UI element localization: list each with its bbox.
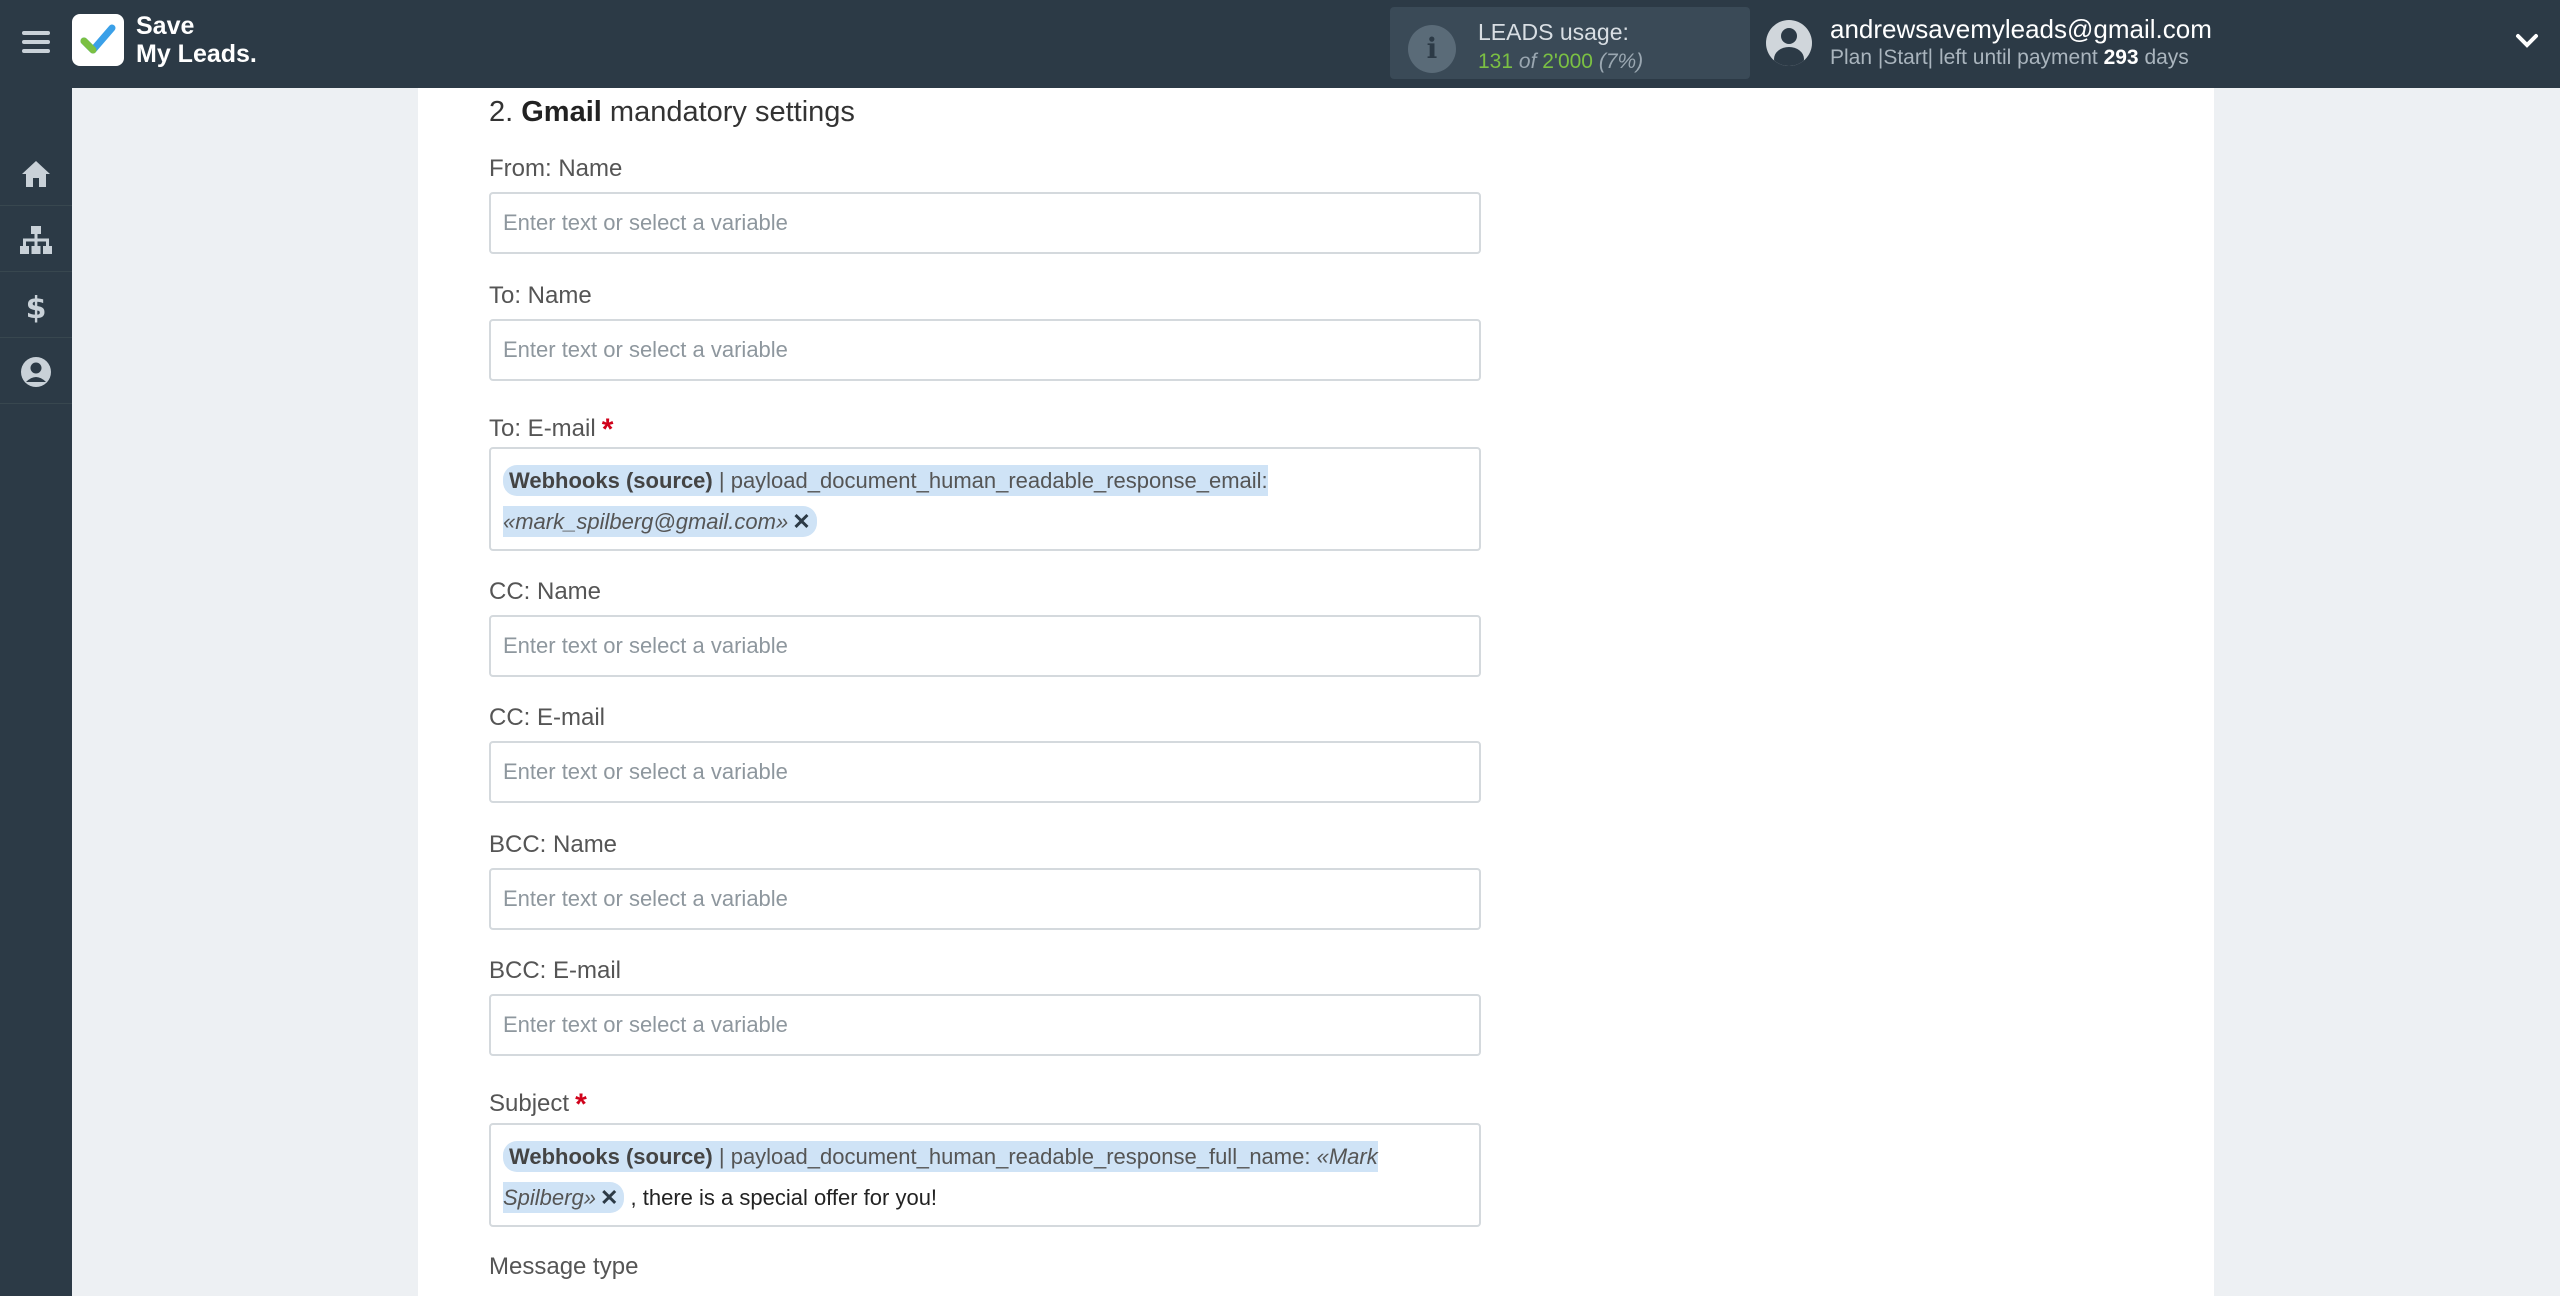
avatar-icon[interactable]: [1766, 20, 1812, 66]
svg-text:$: $: [26, 291, 47, 324]
tag-separator: |: [712, 468, 731, 493]
sidebar: $: [0, 88, 72, 1296]
section-number: 2.: [489, 96, 514, 128]
cc-name-label: CC: Name: [489, 578, 602, 605]
tag-field: payload_document_human_readable_response…: [730, 1144, 1311, 1169]
leads-usage-panel: i LEADS usage: 131 of 2'000 (7%): [1390, 7, 1750, 79]
bcc-name-input[interactable]: [489, 868, 1481, 930]
leads-usage-title: LEADS usage:: [1478, 19, 1629, 45]
brand-line1: Save: [136, 12, 195, 40]
logo-text[interactable]: Save My Leads.: [136, 12, 257, 68]
to-email-label: To: E-mail *: [489, 410, 614, 446]
cc-email-label: CC: E-mail: [489, 704, 606, 731]
user-plan: Plan |Start| left until payment 293 days: [1830, 46, 2189, 70]
leads-of: of: [1518, 50, 1537, 73]
cc-name-input[interactable]: [489, 615, 1481, 677]
required-marker: *: [601, 413, 614, 446]
chevron-down-icon[interactable]: [2512, 26, 2542, 56]
subject-text: , there is a special offer for you!: [630, 1185, 938, 1210]
section-service: Gmail: [521, 96, 602, 128]
bcc-name-label: BCC: Name: [489, 831, 618, 858]
leads-usage-count: 131 of 2'000 (7%): [1478, 50, 1643, 74]
cc-email-input[interactable]: [489, 741, 1481, 803]
tag-source: Webhooks (source): [509, 1144, 713, 1169]
user-email[interactable]: andrewsavemyleads@gmail.com: [1830, 14, 2212, 45]
user-circle-icon[interactable]: [0, 338, 72, 404]
tag-source: Webhooks (source): [509, 468, 713, 493]
logo-icon[interactable]: [72, 14, 124, 66]
brand-line2: My Leads.: [136, 40, 257, 68]
subject-label-text: Subject: [489, 1090, 570, 1117]
top-bar: Save My Leads. i LEADS usage: 131 of 2'0…: [0, 0, 2560, 88]
remove-tag-icon[interactable]: ✕: [792, 509, 810, 534]
subject-field[interactable]: Webhooks (source) | payload_document_hum…: [489, 1123, 1481, 1227]
settings-card: [418, 88, 2214, 1296]
section-title: 2. Gmail mandatory settings: [489, 96, 855, 129]
message-type-label: Message type: [489, 1253, 639, 1280]
days-suffix: days: [2144, 46, 2189, 69]
bcc-email-label: BCC: E-mail: [489, 957, 622, 984]
leads-total: 2'000: [1542, 50, 1593, 73]
home-icon[interactable]: [0, 140, 72, 206]
tag-value-part1: «Mark: [1316, 1144, 1378, 1169]
section-title-rest: mandatory settings: [609, 96, 855, 128]
required-marker: *: [575, 1088, 587, 1121]
tag-field: payload_document_human_readable_response…: [730, 468, 1268, 493]
remove-tag-icon[interactable]: ✕: [600, 1185, 618, 1210]
bcc-email-input[interactable]: [489, 994, 1481, 1056]
subject-label: Subject *: [489, 1085, 587, 1121]
variable-tag[interactable]: Webhooks (source) | payload_document_hum…: [503, 465, 1268, 537]
info-icon: i: [1408, 25, 1456, 73]
plan-text: Plan |Start| left until payment: [1830, 46, 2098, 69]
from-name-input[interactable]: [489, 192, 1481, 254]
menu-icon[interactable]: [20, 26, 52, 58]
to-name-label: To: Name: [489, 282, 592, 309]
sitemap-icon[interactable]: [0, 206, 72, 272]
dollar-icon[interactable]: $: [0, 272, 72, 338]
tag-value-part2: Spilberg»: [503, 1185, 596, 1210]
leads-percent: (7%): [1598, 50, 1644, 73]
days-left: 293: [2103, 46, 2139, 69]
to-email-field[interactable]: Webhooks (source) | payload_document_hum…: [489, 447, 1481, 551]
from-name-label: From: Name: [489, 155, 623, 182]
to-email-label-text: To: E-mail: [489, 415, 596, 442]
tag-value: «mark_spilberg@gmail.com»: [503, 509, 789, 534]
tag-separator: |: [712, 1144, 731, 1169]
leads-used: 131: [1478, 50, 1514, 73]
to-name-input[interactable]: [489, 319, 1481, 381]
